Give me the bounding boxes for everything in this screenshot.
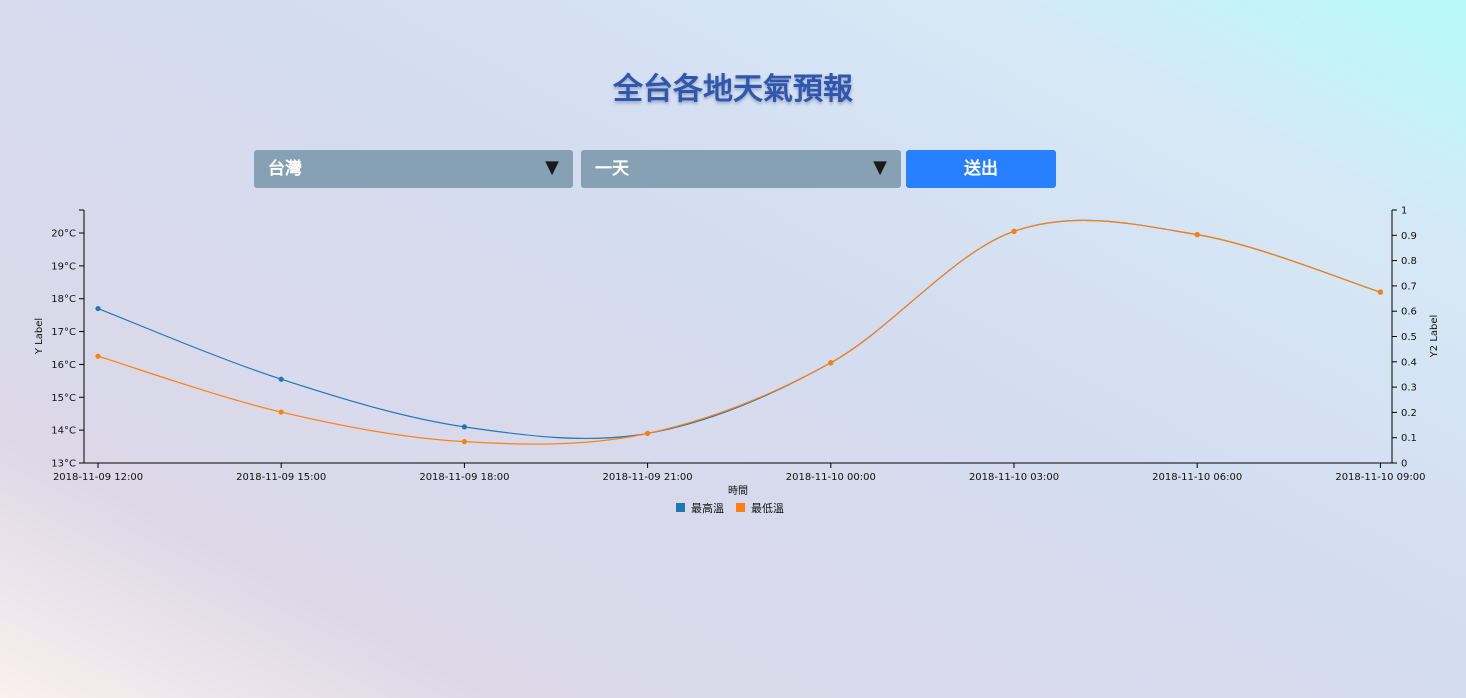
y2-tick-label: 0.1: [1401, 433, 1417, 444]
series-line-2: [97, 219, 1381, 445]
x-tick-label: 2018-11-09 15:00: [236, 472, 326, 483]
y2-tick-label: 0.9: [1401, 231, 1417, 242]
legend-label-1: 最高溫: [691, 501, 724, 515]
x-tick-label: 2018-11-10 03:00: [969, 472, 1059, 483]
temperature-chart: 13°C 14°C 15°C 16°C 17°C 18°C 19°C 20°C 0 0.1 0.2 0…: [34, 206, 1440, 516]
series-point-2: [1377, 289, 1383, 295]
series-point-2: [461, 439, 467, 445]
y2-tick-label: 0.5: [1401, 332, 1417, 343]
x-tick-label: 2018-11-10 06:00: [1152, 472, 1242, 483]
y-tick-label: 13°C: [51, 459, 76, 470]
y2-tick-label: 0.2: [1401, 408, 1417, 419]
series-point-2: [278, 409, 284, 415]
y-tick-label: 20°C: [51, 229, 76, 240]
series-point-2: [95, 353, 101, 359]
series-point-2: [1194, 232, 1200, 238]
y2-tick-label: 0.3: [1401, 383, 1417, 394]
y2-tick-label: 0.8: [1401, 256, 1417, 267]
series-point-2: [1011, 228, 1017, 234]
y-tick-label: 17°C: [51, 327, 76, 338]
x-tick-label: 2018-11-09 12:00: [53, 472, 143, 483]
x-axis-label: 時間: [728, 485, 748, 497]
series-point-2: [828, 360, 834, 366]
y2-tick-label: 1: [1401, 206, 1407, 217]
y-tick-label: 15°C: [51, 393, 76, 404]
y2-tick-label: 0.7: [1401, 281, 1417, 292]
y-tick-label: 18°C: [51, 294, 76, 305]
series-point-1: [461, 424, 467, 430]
legend-swatch-1: [676, 503, 685, 512]
y-tick-label: 16°C: [51, 360, 76, 371]
y2-tick-label: 0: [1401, 459, 1407, 470]
legend-swatch-2: [736, 503, 745, 512]
y2-axis-label: Y2 Label: [1429, 315, 1440, 359]
x-tick-label: 2018-11-10 09:00: [1335, 472, 1425, 483]
x-tick-label: 2018-11-09 18:00: [419, 472, 509, 483]
y-axis-label: Y Label: [34, 318, 45, 355]
y2-tick-label: 0.6: [1401, 307, 1417, 318]
y-tick-label: 14°C: [51, 426, 76, 437]
x-tick-label: 2018-11-10 00:00: [786, 472, 876, 483]
y-tick-label: 19°C: [51, 261, 76, 272]
x-tick-label: 2018-11-09 21:00: [603, 472, 693, 483]
legend-label-2: 最低溫: [751, 501, 784, 515]
series-point-1: [278, 376, 284, 382]
y2-tick-label: 0.4: [1401, 357, 1417, 368]
series-point-2: [645, 430, 651, 437]
series-point-1: [95, 305, 101, 312]
